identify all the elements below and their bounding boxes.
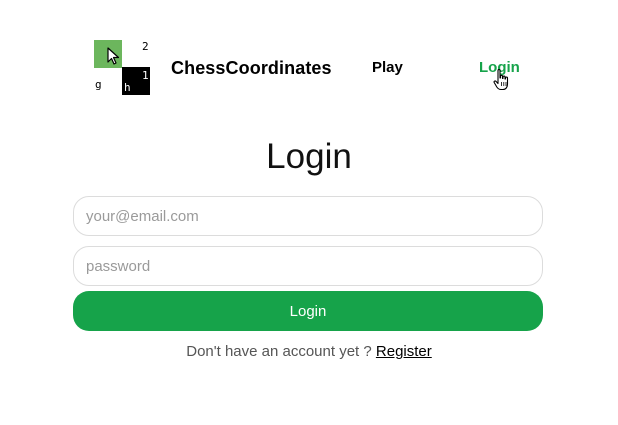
brand-name[interactable]: ChessCoordinates <box>171 58 332 79</box>
email-field[interactable] <box>73 196 543 236</box>
logo-rank-1: 1 <box>142 69 149 82</box>
register-link[interactable]: Register <box>376 343 432 360</box>
logo-file-h: h <box>124 81 131 94</box>
register-prompt-text: Don't have an account yet ? <box>186 343 372 360</box>
nav-play-link[interactable]: Play <box>372 59 403 76</box>
hand-pointer-icon <box>493 69 509 91</box>
password-field[interactable] <box>73 246 543 286</box>
page-title: Login <box>266 137 352 176</box>
logo[interactable]: 2 1 g h <box>94 40 150 95</box>
logo-rank-2: 2 <box>142 40 149 53</box>
login-button[interactable]: Login <box>73 291 543 331</box>
logo-file-g: g <box>95 78 102 91</box>
page: 2 1 g h ChessCoordinates Play Login Logi… <box>0 0 618 425</box>
cursor-arrow-icon <box>107 47 120 65</box>
register-prompt: Don't have an account yet ? Register <box>0 343 618 360</box>
